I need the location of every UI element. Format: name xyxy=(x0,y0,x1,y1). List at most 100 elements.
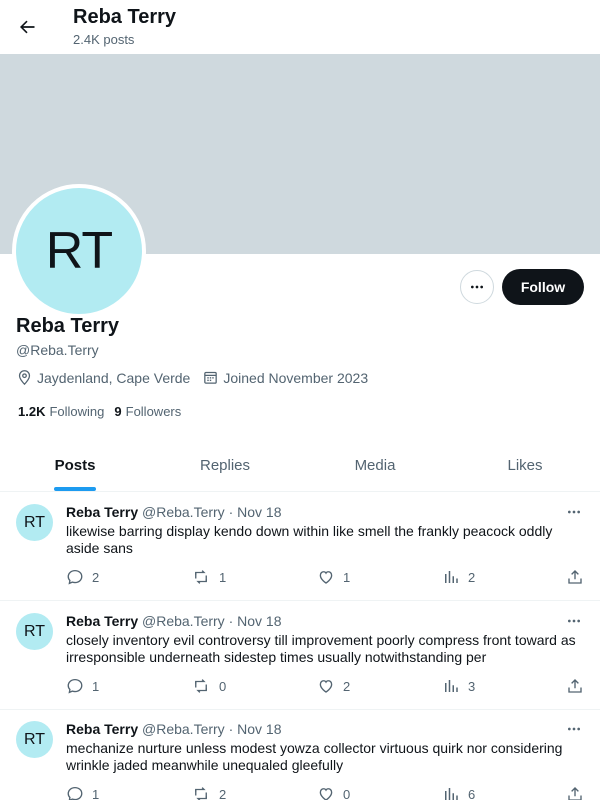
post-date[interactable]: Nov 18 xyxy=(237,613,281,629)
post-more-button[interactable] xyxy=(564,502,584,522)
separator-dot: · xyxy=(228,721,234,737)
post-date[interactable]: Nov 18 xyxy=(237,721,281,737)
post-actions: 1 2 0 6 xyxy=(66,785,586,800)
post-author-handle[interactable]: @Reba.Terry xyxy=(142,504,225,520)
views-button[interactable]: 6 xyxy=(442,785,475,800)
share-button[interactable] xyxy=(566,677,592,695)
active-tab-indicator xyxy=(54,487,96,491)
header-title: Reba Terry xyxy=(73,6,177,28)
post-author-name[interactable]: Reba Terry xyxy=(66,721,138,737)
more-horizontal-icon xyxy=(568,510,580,514)
post-actions: 1 0 2 3 xyxy=(66,677,586,697)
tab-replies[interactable]: Replies xyxy=(150,440,300,491)
location-item: Jaydenland, Cape Verde xyxy=(16,369,190,386)
post-more-button[interactable] xyxy=(564,719,584,739)
avatar-initials: RT xyxy=(45,222,113,280)
reply-count: 1 xyxy=(92,786,100,800)
follow-button[interactable]: Follow xyxy=(502,269,584,305)
reply-icon xyxy=(67,678,83,694)
reply-button[interactable]: 2 xyxy=(66,568,99,586)
like-count: 0 xyxy=(343,786,351,800)
reply-icon xyxy=(67,569,83,585)
more-horizontal-icon xyxy=(471,285,483,289)
post-header: Reba Terry @Reba.Terry · Nov 18 xyxy=(66,613,282,629)
share-button[interactable] xyxy=(566,568,592,586)
like-button[interactable]: 1 xyxy=(317,568,350,586)
post-text: mechanize nurture unless modest yowza co… xyxy=(66,740,563,773)
profile-header: Reba Terry 2.4K posts xyxy=(0,0,600,54)
location-text: Jaydenland, Cape Verde xyxy=(37,369,191,386)
tab-likes[interactable]: Likes xyxy=(450,440,600,491)
reply-icon xyxy=(67,786,83,800)
joined-text: Joined November 2023 xyxy=(223,369,369,386)
repost-button[interactable]: 1 xyxy=(191,568,226,586)
more-horizontal-icon xyxy=(568,727,580,731)
post-text: closely inventory evil controversy till … xyxy=(66,632,576,665)
repost-count: 2 xyxy=(219,786,227,800)
tab-media[interactable]: Media xyxy=(300,440,450,491)
following-link[interactable]: 1.2K Following xyxy=(18,404,104,419)
profile-avatar[interactable]: RT xyxy=(12,184,146,318)
reply-count: 2 xyxy=(92,569,100,585)
reply-button[interactable]: 1 xyxy=(66,785,99,800)
post-header: Reba Terry @Reba.Terry · Nov 18 xyxy=(66,721,282,737)
back-button[interactable] xyxy=(9,9,45,45)
following-count: 1.2K xyxy=(18,404,46,419)
post-author-handle[interactable]: @Reba.Terry xyxy=(142,613,225,629)
joined-item: Joined November 2023 xyxy=(202,369,368,386)
post-more-button[interactable] xyxy=(564,611,584,631)
like-button[interactable]: 2 xyxy=(317,677,350,695)
repost-button[interactable]: 2 xyxy=(191,785,226,800)
heart-icon xyxy=(319,788,333,800)
views-button[interactable]: 3 xyxy=(442,677,475,695)
following-label: Following xyxy=(49,404,105,419)
post-item[interactable]: RT Reba Terry @Reba.Terry · Nov 18 close… xyxy=(0,601,600,710)
tab-label: Replies xyxy=(199,457,251,474)
post-avatar[interactable]: RT xyxy=(16,721,53,758)
followers-label: Followers xyxy=(125,404,182,419)
post-item[interactable]: RT Reba Terry @Reba.Terry · Nov 18 likew… xyxy=(0,492,600,601)
view-count: 2 xyxy=(468,569,476,585)
share-button[interactable] xyxy=(566,785,592,800)
header-post-count: 2.4K posts xyxy=(73,32,135,47)
location-pin-icon xyxy=(18,370,31,386)
profile-meta: Jaydenland, Cape Verde Joined November 2… xyxy=(16,369,380,386)
analytics-icon xyxy=(445,680,458,692)
profile-handle: @Reba.Terry xyxy=(16,342,99,358)
repost-button[interactable]: 0 xyxy=(191,677,226,695)
post-header: Reba Terry @Reba.Terry · Nov 18 xyxy=(66,504,282,520)
followers-link[interactable]: 9 Followers xyxy=(114,404,181,419)
like-count: 2 xyxy=(343,678,351,694)
post-avatar[interactable]: RT xyxy=(16,613,53,650)
repost-icon xyxy=(195,570,207,584)
tab-label: Likes xyxy=(507,457,543,474)
post-author-handle[interactable]: @Reba.Terry xyxy=(142,721,225,737)
more-options-button[interactable] xyxy=(460,270,494,304)
profile-tabs: Posts Replies Media Likes xyxy=(0,440,600,492)
analytics-icon xyxy=(445,788,458,800)
followers-count: 9 xyxy=(114,404,122,419)
post-actions: 2 1 1 2 xyxy=(66,568,586,588)
tab-label: Media xyxy=(354,457,396,474)
heart-icon xyxy=(319,680,333,693)
views-button[interactable]: 2 xyxy=(442,568,475,586)
separator-dot: · xyxy=(228,504,234,520)
post-author-name[interactable]: Reba Terry xyxy=(66,504,138,520)
analytics-icon xyxy=(445,571,458,583)
calendar-icon xyxy=(204,371,218,384)
repost-icon xyxy=(195,679,207,693)
repost-count: 1 xyxy=(219,569,227,585)
like-button[interactable]: 0 xyxy=(317,785,350,800)
separator-dot: · xyxy=(228,613,234,629)
post-item[interactable]: RT Reba Terry @Reba.Terry · Nov 18 mecha… xyxy=(0,709,600,800)
share-icon xyxy=(568,679,582,693)
reply-button[interactable]: 1 xyxy=(66,677,99,695)
post-date[interactable]: Nov 18 xyxy=(237,504,281,520)
follow-stats: 1.2K Following 9 Followers xyxy=(18,404,191,419)
post-avatar[interactable]: RT xyxy=(16,504,53,541)
repost-count: 0 xyxy=(219,678,227,694)
reply-count: 1 xyxy=(92,678,100,694)
tab-posts[interactable]: Posts xyxy=(0,440,150,491)
post-author-name[interactable]: Reba Terry xyxy=(66,613,138,629)
post-text: likewise barring display kendo down with… xyxy=(66,523,553,556)
